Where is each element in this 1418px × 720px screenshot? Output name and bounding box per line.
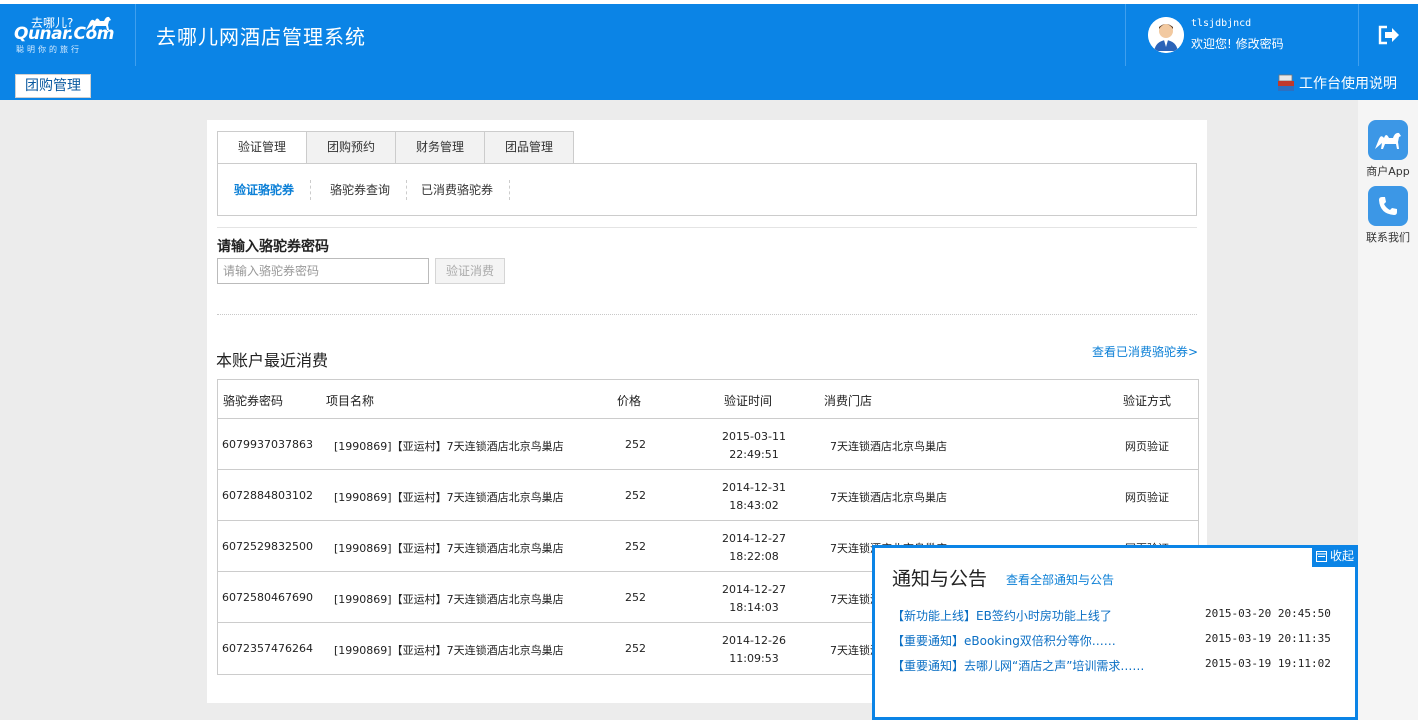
verify-date: 2014-12-26: [722, 634, 786, 647]
notice-popup: 收起 通知与公告 查看全部通知与公告 【新功能上线】EB签约小时房功能上线了 20…: [872, 545, 1358, 720]
recent-consumption-title: 本账户最近消费: [216, 351, 329, 370]
tab-group-reservation[interactable]: 团购预约: [307, 131, 396, 164]
notice-link[interactable]: 【重要通知】去哪儿网“酒店之声”培训需求……: [892, 657, 1144, 674]
table-row: 6079937037863 [1990869]【亚运村】7天连锁酒店北京鸟巢店 25…: [218, 419, 1198, 470]
subtab-bar: 验证骆驼券 骆驼券查询 已消费骆驼券: [217, 163, 1197, 216]
verify-date: 2014-12-27: [722, 583, 786, 596]
verify-time: 2014-12-26 11:09:53: [714, 632, 794, 668]
subtab-used-voucher[interactable]: 已消费骆驼券: [405, 180, 511, 200]
verify-clock: 18:22:08: [729, 550, 779, 563]
voucher-code: 6072884803102: [222, 489, 313, 502]
verify-date: 2015-03-11: [722, 430, 786, 443]
contact-us-label: 联系我们: [1366, 231, 1410, 244]
view-used-vouchers-link[interactable]: 查看已消费骆驼券>: [1092, 343, 1198, 360]
verify-clock: 11:09:53: [729, 652, 779, 665]
collapse-label: 收起: [1329, 549, 1354, 563]
notice-date: 2015-03-20 20:45:50: [1205, 607, 1331, 620]
col-store: 消费门店: [824, 394, 873, 408]
project-name: [1990869]【亚运村】7天连锁酒店北京鸟巢店: [334, 542, 564, 555]
logo-en-text: Qunar.Com: [14, 24, 114, 44]
tab-product-management[interactable]: 团品管理: [485, 131, 574, 164]
subtab-voucher-query[interactable]: 骆驼券查询: [314, 180, 408, 200]
app-header: 去哪儿? Qunar.Com 聪明你的旅行 去哪儿网酒店管理系统 tlsjdbj…: [0, 4, 1418, 66]
col-verify-time: 验证时间: [724, 394, 773, 408]
verify-time: 2014-12-27 18:14:03: [714, 581, 794, 617]
workbench-help-link[interactable]: 工作台使用说明: [1277, 73, 1397, 93]
price: 252: [625, 489, 646, 502]
notice-link[interactable]: 【重要通知】eBooking双倍积分等你……: [892, 632, 1116, 649]
main-tabs: 验证管理 团购预约 财务管理 团品管理: [217, 131, 574, 164]
group-buy-management-button[interactable]: 团购管理: [15, 74, 91, 98]
price: 252: [625, 540, 646, 553]
merchant-app-button[interactable]: 商户App: [1358, 120, 1418, 179]
camel-icon: [1368, 120, 1408, 160]
col-price: 价格: [617, 394, 642, 408]
notice-item: 【重要通知】eBooking双倍积分等你…… 2015-03-19 20:11:3…: [892, 632, 1332, 650]
sub-navigation: 团购管理 工作台使用说明: [0, 66, 1418, 100]
collapse-icon: [1315, 550, 1327, 562]
price: 252: [625, 438, 646, 451]
verify-clock: 18:43:02: [729, 499, 779, 512]
notice-item: 【重要通知】去哪儿网“酒店之声”培训需求…… 2015-03-19 19:11:0…: [892, 657, 1332, 675]
voucher-code: 6072580467690: [222, 591, 313, 604]
store-name: 7天连锁酒店北京鸟巢店: [830, 440, 947, 453]
table-header: 骆驼券密码 项目名称 价格 验证时间 消费门店 验证方式: [218, 380, 1198, 419]
project-name: [1990869]【亚运村】7天连锁酒店北京鸟巢店: [334, 644, 564, 657]
avatar: [1148, 17, 1184, 53]
verify-time: 2014-12-27 18:22:08: [714, 530, 794, 566]
verify-date: 2014-12-27: [722, 532, 786, 545]
verify-method: 网页验证: [1125, 440, 1169, 453]
voucher-code: 6072357476264: [222, 642, 313, 655]
welcome-text: 欢迎您!: [1191, 37, 1232, 51]
subtab-verify-voucher[interactable]: 验证骆驼券: [218, 180, 312, 200]
dotted-divider: [217, 314, 1197, 315]
col-verify-method: 验证方式: [1123, 394, 1172, 408]
welcome-line: 欢迎您! 修改密码: [1191, 35, 1284, 52]
notice-link[interactable]: 【新功能上线】EB签约小时房功能上线了: [892, 607, 1112, 624]
project-name: [1990869]【亚运村】7天连锁酒店北京鸟巢店: [334, 491, 564, 504]
qunar-logo[interactable]: 去哪儿? Qunar.Com 聪明你的旅行: [0, 4, 136, 66]
verify-date: 2014-12-31: [722, 481, 786, 494]
username: tlsjdbjncd: [1191, 18, 1252, 29]
collapse-button[interactable]: 收起: [1311, 545, 1358, 567]
verify-clock: 18:14:03: [729, 601, 779, 614]
notice-title: 通知与公告: [892, 568, 988, 590]
notice-date: 2015-03-19 20:11:35: [1205, 632, 1331, 645]
tab-verify-management[interactable]: 验证管理: [217, 131, 307, 164]
user-avatar-icon: [1148, 17, 1184, 53]
change-password-link[interactable]: 修改密码: [1236, 37, 1284, 51]
verify-time: 2014-12-31 18:43:02: [714, 479, 794, 515]
voucher-code: 6072529832500: [222, 540, 313, 553]
view-all-notices-link[interactable]: 查看全部通知与公告: [1006, 571, 1114, 588]
col-project-name: 项目名称: [326, 394, 375, 408]
verify-time: 2015-03-11 22:49:51: [714, 428, 794, 464]
system-title: 去哪儿网酒店管理系统: [156, 25, 366, 49]
manual-icon: [1278, 74, 1294, 91]
user-info: tlsjdbjncd 欢迎您! 修改密码: [1125, 4, 1358, 66]
merchant-app-label: 商户App: [1366, 165, 1410, 178]
col-voucher-code: 骆驼券密码: [223, 394, 284, 408]
store-name: 7天连锁酒店北京鸟巢店: [830, 491, 947, 504]
project-name: [1990869]【亚运村】7天连锁酒店北京鸟巢店: [334, 593, 564, 606]
help-label: 工作台使用说明: [1299, 76, 1397, 92]
voucher-form-title: 请输入骆驼券密码: [217, 239, 329, 255]
verify-consume-button[interactable]: 验证消费: [435, 258, 505, 284]
logout-button[interactable]: [1358, 4, 1418, 66]
notice-item: 【新功能上线】EB签约小时房功能上线了 2015-03-20 20:45:50: [892, 607, 1332, 625]
contact-us-button[interactable]: 联系我们: [1358, 186, 1418, 245]
verify-method: 网页验证: [1125, 491, 1169, 504]
divider: [217, 227, 1197, 228]
table-row: 6072884803102 [1990869]【亚运村】7天连锁酒店北京鸟巢店 25…: [218, 470, 1198, 521]
project-name: [1990869]【亚运村】7天连锁酒店北京鸟巢店: [334, 440, 564, 453]
voucher-code-input[interactable]: [217, 258, 429, 284]
phone-icon: [1368, 186, 1408, 226]
logo-slogan: 聪明你的旅行: [16, 45, 82, 54]
verify-clock: 22:49:51: [729, 448, 779, 461]
logout-icon: [1378, 25, 1399, 45]
notice-date: 2015-03-19 19:11:02: [1205, 657, 1331, 670]
price: 252: [625, 591, 646, 604]
tab-finance-management[interactable]: 财务管理: [396, 131, 485, 164]
price: 252: [625, 642, 646, 655]
voucher-code: 6079937037863: [222, 438, 313, 451]
